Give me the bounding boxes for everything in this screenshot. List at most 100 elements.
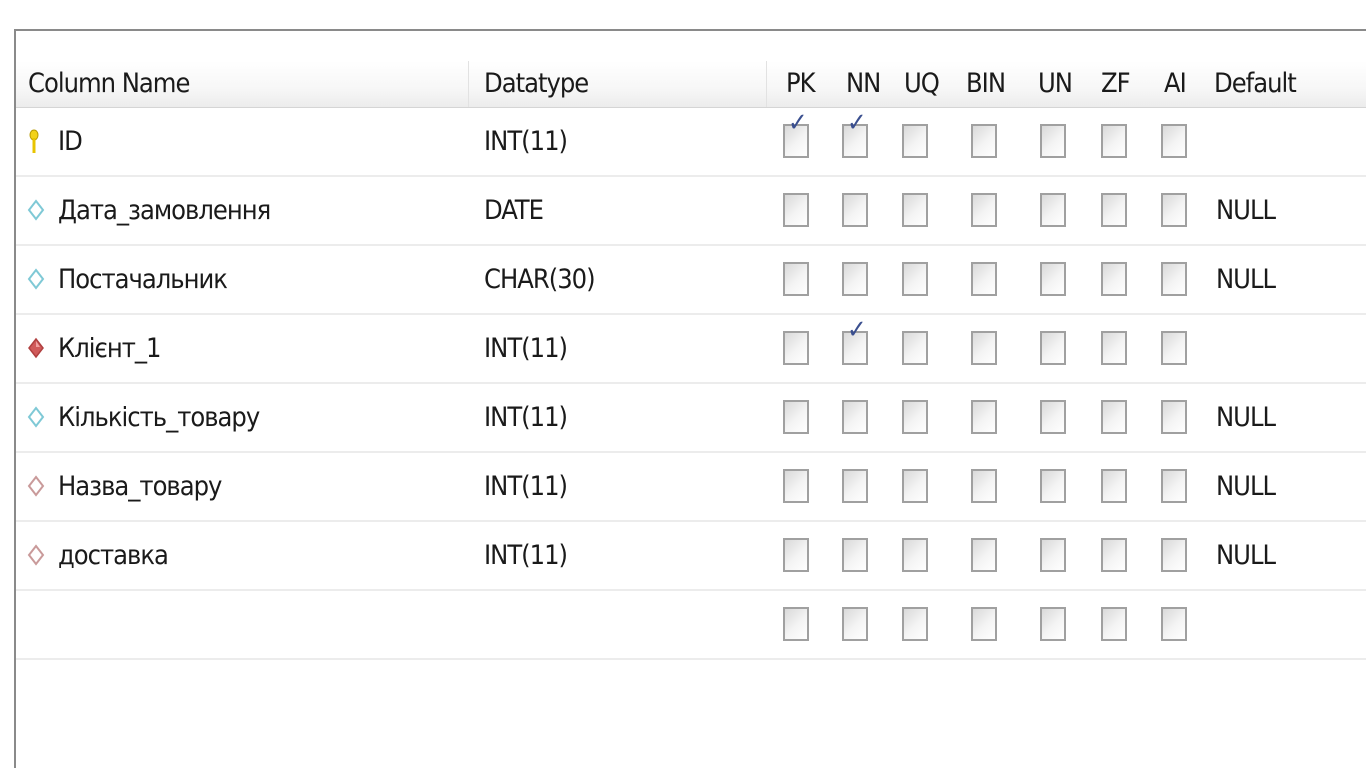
pk-checkbox[interactable] [783,469,809,503]
column-name-cell[interactable]: Дата_замовлення [58,177,271,244]
un-checkbox[interactable] [1040,607,1066,641]
header-uq[interactable]: UQ [904,61,940,107]
column-name-cell[interactable]: Кількість_товару [58,384,260,451]
column-name-cell[interactable]: ID [58,108,83,175]
header-pk[interactable]: PK [786,61,816,107]
nn-checkbox[interactable] [842,108,868,158]
ai-checkbox[interactable] [1161,124,1187,158]
header-bin[interactable]: BIN [966,61,1006,107]
un-checkbox[interactable] [1040,538,1066,572]
nn-checkbox[interactable] [842,262,868,296]
un-checkbox[interactable] [1040,469,1066,503]
bin-checkbox[interactable] [971,469,997,503]
zf-checkbox[interactable] [1101,262,1127,296]
zf-checkbox[interactable] [1101,400,1127,434]
un-checkbox[interactable] [1040,193,1066,227]
uq-checkbox[interactable] [902,331,928,365]
column-name-cell[interactable]: Клієнт_1 [58,315,161,382]
zf-checkbox[interactable] [1101,331,1127,365]
column-icon [26,267,48,293]
default-cell[interactable]: NULL [1216,522,1276,589]
uq-checkbox[interactable] [902,538,928,572]
datatype-cell[interactable]: DATE [484,177,544,244]
bin-checkbox[interactable] [971,400,997,434]
bin-checkbox[interactable] [971,331,997,365]
uq-checkbox[interactable] [902,193,928,227]
uq-checkbox[interactable] [902,124,928,158]
column-name-cell[interactable]: доставка [58,522,169,589]
column-icon [26,405,48,431]
table-row[interactable]: Кількість_товару INT(11) NULL [16,384,1366,453]
datatype-cell[interactable]: CHAR(30) [484,246,596,313]
ai-checkbox[interactable] [1161,193,1187,227]
foreign-key-icon [26,474,48,500]
header-datatype[interactable]: Datatype [484,61,767,107]
nn-checkbox[interactable] [842,315,868,365]
columns-editor: Column Name Datatype PK NN UQ BIN UN ZF … [14,29,1366,768]
un-checkbox[interactable] [1040,331,1066,365]
zf-checkbox[interactable] [1101,538,1127,572]
header-zf[interactable]: ZF [1101,61,1131,107]
zf-checkbox[interactable] [1101,469,1127,503]
default-cell[interactable]: NULL [1216,384,1276,451]
column-name-cell[interactable]: Назва_товару [58,453,222,520]
uq-checkbox[interactable] [902,469,928,503]
bin-checkbox[interactable] [971,607,997,641]
datatype-cell[interactable]: INT(11) [484,315,568,382]
ai-checkbox[interactable] [1161,400,1187,434]
table-row[interactable]: доставка INT(11) NULL [16,522,1366,591]
header-column-name[interactable]: Column Name [28,61,469,107]
pk-checkbox[interactable] [783,262,809,296]
bin-checkbox[interactable] [971,124,997,158]
zf-checkbox[interactable] [1101,193,1127,227]
datatype-cell[interactable]: INT(11) [484,108,568,175]
default-cell[interactable]: NULL [1216,453,1276,520]
un-checkbox[interactable] [1040,400,1066,434]
default-cell[interactable]: NULL [1216,246,1276,313]
ai-checkbox[interactable] [1161,262,1187,296]
datatype-cell[interactable]: INT(11) [484,522,568,589]
header-default[interactable]: Default [1214,61,1297,107]
nn-checkbox[interactable] [842,607,868,641]
uq-checkbox[interactable] [902,400,928,434]
ai-checkbox[interactable] [1161,538,1187,572]
pk-checkbox[interactable] [783,108,809,158]
primary-key-icon [26,129,48,155]
table-row[interactable] [16,591,1366,660]
default-cell[interactable]: NULL [1216,177,1276,244]
nn-checkbox[interactable] [842,538,868,572]
bin-checkbox[interactable] [971,262,997,296]
datatype-cell[interactable]: INT(11) [484,453,568,520]
table-row[interactable]: ID INT(11) [16,108,1366,177]
foreign-key-not-null-icon [26,336,48,362]
nn-checkbox[interactable] [842,469,868,503]
table-row[interactable]: Постачальник CHAR(30) NULL [16,246,1366,315]
pk-checkbox[interactable] [783,400,809,434]
zf-checkbox[interactable] [1101,124,1127,158]
zf-checkbox[interactable] [1101,607,1127,641]
pk-checkbox[interactable] [783,607,809,641]
table-row[interactable]: Клієнт_1 INT(11) [16,315,1366,384]
header-nn[interactable]: NN [846,61,881,107]
uq-checkbox[interactable] [902,607,928,641]
un-checkbox[interactable] [1040,124,1066,158]
nn-checkbox[interactable] [842,193,868,227]
pk-checkbox[interactable] [783,538,809,572]
foreign-key-icon [26,543,48,569]
table-row[interactable]: Назва_товару INT(11) NULL [16,453,1366,522]
pk-checkbox[interactable] [783,331,809,365]
header-un[interactable]: UN [1038,61,1073,107]
uq-checkbox[interactable] [902,262,928,296]
datatype-cell[interactable]: INT(11) [484,384,568,451]
bin-checkbox[interactable] [971,193,997,227]
pk-checkbox[interactable] [783,193,809,227]
nn-checkbox[interactable] [842,400,868,434]
ai-checkbox[interactable] [1161,469,1187,503]
table-row[interactable]: Дата_замовлення DATE NULL [16,177,1366,246]
ai-checkbox[interactable] [1161,331,1187,365]
ai-checkbox[interactable] [1161,607,1187,641]
header-ai[interactable]: AI [1164,61,1187,107]
un-checkbox[interactable] [1040,262,1066,296]
bin-checkbox[interactable] [971,538,997,572]
column-name-cell[interactable]: Постачальник [58,246,228,313]
